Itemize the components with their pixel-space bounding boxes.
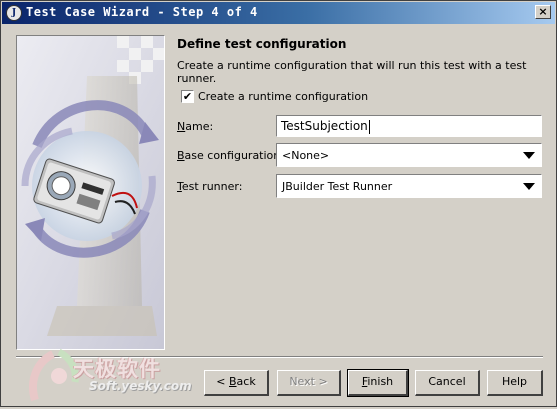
watermark-url: Soft.yesky.com: [89, 379, 192, 393]
close-button[interactable]: ×: [535, 5, 551, 19]
base-configuration-select[interactable]: <None>: [276, 143, 542, 167]
app-icon[interactable]: J: [6, 5, 22, 21]
create-runtime-checkbox[interactable]: ✔: [181, 90, 194, 103]
test-runner-label: Test runner:: [177, 180, 243, 193]
wizard-window: J Test Case Wizard - Step 4 of 4 × Defin…: [0, 0, 557, 407]
cancel-button[interactable]: Cancel: [415, 370, 480, 396]
base-configuration-value: <None>: [282, 149, 330, 162]
page-title: Define test configuration: [177, 37, 347, 51]
window-title: Test Case Wizard - Step 4 of 4: [26, 5, 258, 19]
test-runner-value: JBuilder Test Runner: [282, 180, 393, 193]
page-description: Create a runtime configuration that will…: [177, 59, 527, 85]
dropdown-arrow-icon[interactable]: [523, 152, 535, 159]
next-button[interactable]: Next >: [277, 370, 341, 396]
dropdown-arrow-icon[interactable]: [523, 183, 535, 190]
base-configuration-label: Base configuration:: [177, 149, 284, 162]
create-runtime-label: Create a runtime configuration: [198, 90, 369, 103]
text-caret: [368, 119, 370, 134]
name-input[interactable]: TestSubjection: [276, 115, 542, 137]
wizard-illustration: [16, 35, 165, 350]
checkmark-icon: ✔: [182, 90, 193, 103]
back-button[interactable]: < Back: [204, 370, 269, 396]
name-label: Name:: [177, 120, 214, 133]
help-button[interactable]: Help: [487, 370, 543, 396]
test-runner-select[interactable]: JBuilder Test Runner: [276, 174, 542, 198]
title-bar[interactable]: J Test Case Wizard - Step 4 of 4 ×: [2, 2, 555, 24]
finish-button[interactable]: Finish: [347, 369, 409, 397]
stopwatch-illustration-icon: [17, 36, 164, 349]
